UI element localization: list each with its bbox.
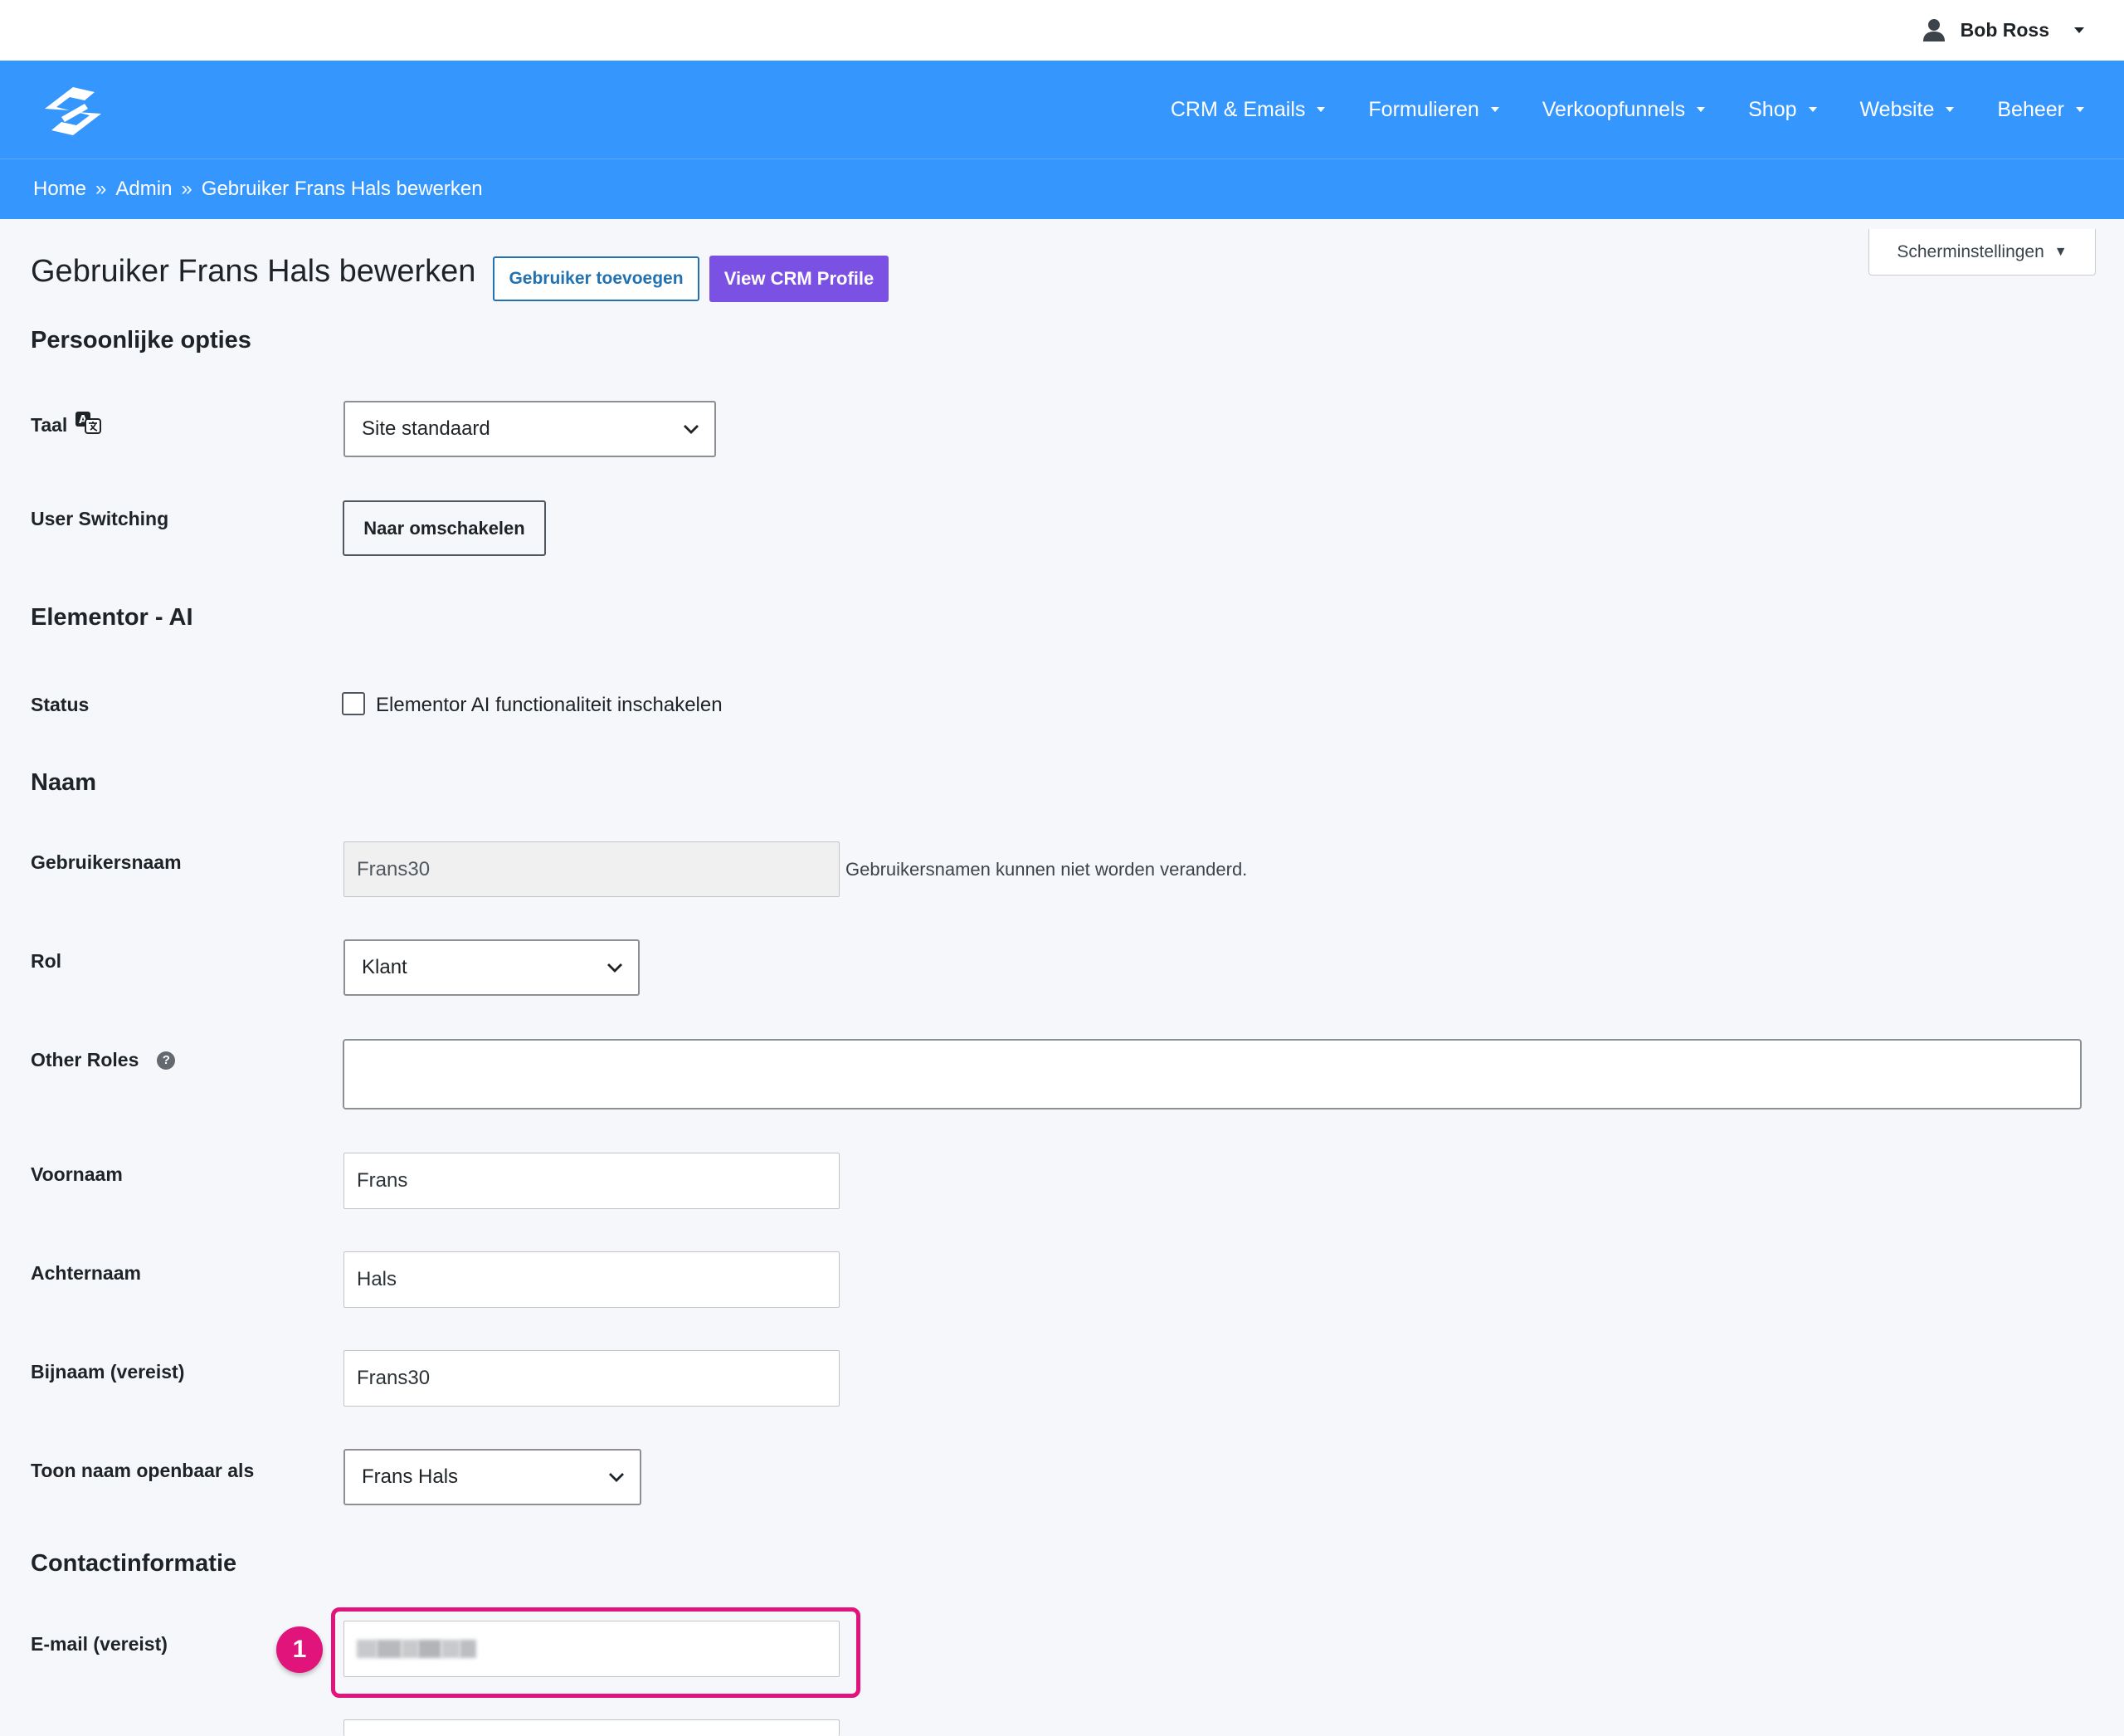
email-field[interactable]: [343, 1621, 840, 1677]
breadcrumb-separator: »: [95, 178, 107, 200]
username-note: Gebruikersnamen kunnen niet worden veran…: [845, 859, 1248, 880]
user-menu[interactable]: Bob Ross: [1921, 13, 2084, 46]
triangle-down-icon: ▼: [2053, 244, 2068, 259]
display-name-select-value: Frans Hals: [362, 1465, 459, 1488]
chevron-down-icon: [2076, 107, 2084, 112]
nav-label: CRM & Emails: [1170, 97, 1306, 121]
nickname-label: Bijnaam (vereist): [31, 1361, 185, 1382]
nickname-field[interactable]: Frans30: [343, 1350, 840, 1407]
breadcrumb-separator: »: [181, 178, 192, 200]
other-roles-field[interactable]: [343, 1039, 2082, 1109]
status-label: Status: [31, 694, 90, 715]
breadcrumb: Home » Admin » Gebruiker Frans Hals bewe…: [0, 158, 2124, 219]
breadcrumb-home[interactable]: Home: [33, 178, 86, 201]
nav-label: Verkoopfunnels: [1542, 97, 1686, 121]
email-blurred-value: [357, 1640, 476, 1658]
elementor-ai-checkbox[interactable]: [342, 692, 365, 715]
role-select-value: Klant: [362, 956, 407, 978]
other-roles-label: Other Roles ?: [31, 1049, 176, 1071]
chevron-down-icon: [1808, 107, 1817, 112]
email-label: E-mail (vereist): [31, 1633, 168, 1655]
nav-shop[interactable]: Shop: [1748, 97, 1817, 122]
language-label-text: Taal: [31, 413, 68, 436]
user-icon: [1921, 17, 1947, 43]
main-header: CRM & Emails Formulieren Verkoopfunnels …: [0, 61, 2124, 158]
display-name-select[interactable]: Frans Hals: [343, 1449, 641, 1505]
lastname-label: Achternaam: [31, 1262, 141, 1284]
nav-verkoopfunnels[interactable]: Verkoopfunnels: [1542, 97, 1706, 122]
other-roles-label-text: Other Roles: [31, 1049, 139, 1070]
breadcrumb-current: Gebruiker Frans Hals bewerken: [201, 178, 483, 200]
section-heading-elementor: Elementor - AI: [31, 604, 193, 631]
help-icon[interactable]: ?: [157, 1051, 176, 1070]
user-switching-label: User Switching: [31, 508, 169, 529]
chevron-down-icon[interactable]: [2074, 27, 2084, 33]
page-title: Gebruiker Frans Hals bewerken: [31, 254, 476, 289]
username-label: Gebruikersnaam: [31, 851, 182, 873]
nav-crm-emails[interactable]: CRM & Emails: [1171, 98, 1326, 122]
translate-icon: A: [74, 410, 102, 440]
switch-to-user-button[interactable]: Naar omschakelen: [343, 500, 546, 556]
firstname-label: Voornaam: [31, 1163, 123, 1185]
language-label: Taal A: [31, 410, 102, 440]
chevron-down-icon: [607, 962, 623, 973]
add-user-button[interactable]: Gebruiker toevoegen: [493, 256, 699, 301]
section-heading-name: Naam: [31, 769, 96, 796]
breadcrumb-admin[interactable]: Admin: [115, 178, 172, 201]
language-select-value: Site standaard: [362, 417, 490, 440]
next-field-partial[interactable]: [343, 1719, 840, 1736]
annotation-marker: 1: [276, 1626, 323, 1673]
nav-beheer[interactable]: Beheer: [1997, 98, 2084, 122]
nav-website[interactable]: Website: [1860, 98, 1955, 122]
chevron-down-icon: [683, 423, 699, 435]
nav-label: Website: [1859, 97, 1935, 121]
role-label: Rol: [31, 950, 62, 972]
role-select[interactable]: Klant: [343, 939, 640, 996]
screen-settings-label: Scherminstellingen: [1897, 241, 2044, 261]
section-heading-contact: Contactinformatie: [31, 1550, 237, 1577]
chevron-down-icon: [1697, 107, 1706, 112]
display-name-label: Toon naam openbaar als: [31, 1460, 255, 1481]
chevron-down-icon: [1946, 107, 1955, 112]
main-nav: CRM & Emails Formulieren Verkoopfunnels …: [1128, 61, 2084, 158]
username-field: Frans30: [343, 841, 840, 897]
section-heading-personal: Persoonlijke opties: [31, 327, 251, 354]
top-bar: Bob Ross: [0, 0, 2124, 61]
nav-formulieren[interactable]: Formulieren: [1368, 97, 1499, 122]
chevron-down-icon: [608, 1471, 625, 1483]
language-select[interactable]: Site standaard: [343, 401, 716, 457]
elementor-ai-checkbox-label[interactable]: Elementor AI functionaliteit inschakelen: [376, 694, 723, 717]
chevron-down-icon: [1317, 107, 1326, 112]
nav-label: Formulieren: [1368, 97, 1479, 121]
user-name[interactable]: Bob Ross: [1961, 19, 2049, 41]
nav-label: Shop: [1748, 97, 1797, 121]
nav-label: Beheer: [1997, 97, 2064, 121]
screen-settings-button[interactable]: Scherminstellingen ▼: [1868, 229, 2096, 276]
view-crm-profile-button[interactable]: View CRM Profile: [709, 256, 889, 302]
logo-icon[interactable]: [37, 84, 110, 143]
lastname-field[interactable]: Hals: [343, 1251, 840, 1308]
firstname-field[interactable]: Frans: [343, 1153, 840, 1209]
chevron-down-icon: [1490, 107, 1499, 112]
